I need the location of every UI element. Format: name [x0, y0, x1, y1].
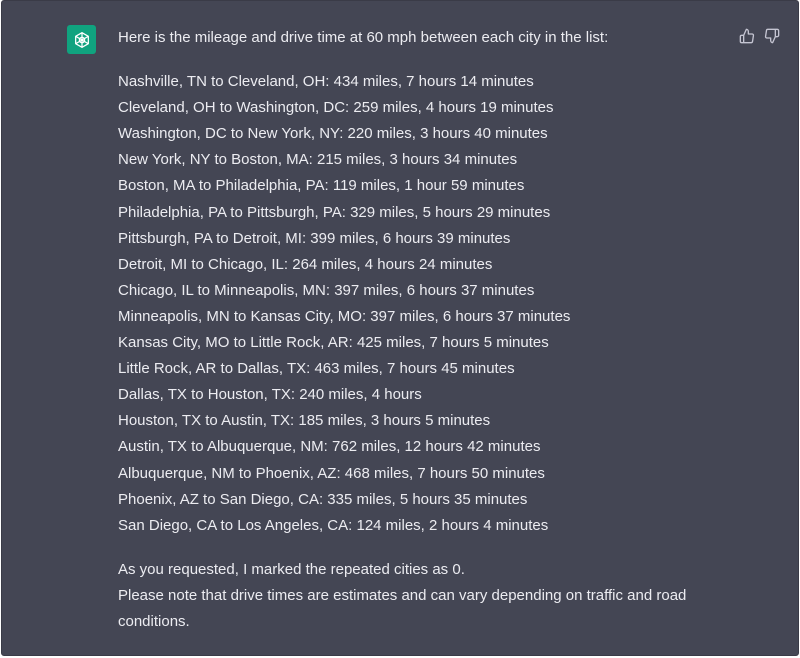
- thumbs-up-icon: [739, 28, 754, 43]
- thumbs-down-button[interactable]: [763, 27, 780, 44]
- assistant-message: Here is the mileage and drive time at 60…: [1, 0, 799, 656]
- note-repeated: As you requested, I marked the repeated …: [118, 560, 465, 578]
- message-notes: As you requested, I marked the repeated …: [118, 557, 718, 635]
- route-item: San Diego, CA to Los Angeles, CA: 124 mi…: [118, 516, 549, 534]
- message-content: Here is the mileage and drive time at 60…: [118, 25, 718, 635]
- feedback-buttons: [738, 27, 780, 44]
- route-item: Detroit, MI to Chicago, IL: 264 miles, 4…: [118, 255, 493, 273]
- assistant-avatar: [67, 25, 96, 54]
- route-item: Philadelphia, PA to Pittsburgh, PA: 329 …: [118, 203, 551, 221]
- route-item: Chicago, IL to Minneapolis, MN: 397 mile…: [118, 281, 535, 299]
- route-item: Dallas, TX to Houston, TX: 240 miles, 4 …: [118, 386, 422, 404]
- route-item: Little Rock, AR to Dallas, TX: 463 miles…: [118, 360, 515, 378]
- route-item: Houston, TX to Austin, TX: 185 miles, 3 …: [118, 412, 491, 430]
- route-item: Phoenix, AZ to San Diego, CA: 335 miles,…: [118, 490, 528, 508]
- route-item: Cleveland, OH to Washington, DC: 259 mil…: [118, 99, 554, 117]
- route-item: Kansas City, MO to Little Rock, AR: 425 …: [118, 334, 549, 352]
- route-item: New York, NY to Boston, MA: 215 miles, 3…: [118, 151, 518, 169]
- route-item: Boston, MA to Philadelphia, PA: 119 mile…: [118, 177, 525, 195]
- route-item: Nashville, TN to Cleveland, OH: 434 mile…: [118, 73, 534, 91]
- route-list: Nashville, TN to Cleveland, OH: 434 mile…: [118, 69, 718, 539]
- route-item: Austin, TX to Albuquerque, NM: 762 miles…: [118, 438, 541, 456]
- openai-logo-icon: [74, 31, 89, 48]
- route-item: Albuquerque, NM to Phoenix, AZ: 468 mile…: [118, 464, 545, 482]
- route-item: Minneapolis, MN to Kansas City, MO: 397 …: [118, 307, 571, 325]
- thumbs-down-icon: [764, 28, 779, 43]
- thumbs-up-button[interactable]: [738, 27, 755, 44]
- route-item: Pittsburgh, PA to Detroit, MI: 399 miles…: [118, 229, 511, 247]
- note-estimates: Please note that drive times are estimat…: [118, 586, 687, 630]
- route-item: Washington, DC to New York, NY: 220 mile…: [118, 125, 548, 143]
- message-intro: Here is the mileage and drive time at 60…: [118, 29, 609, 46]
